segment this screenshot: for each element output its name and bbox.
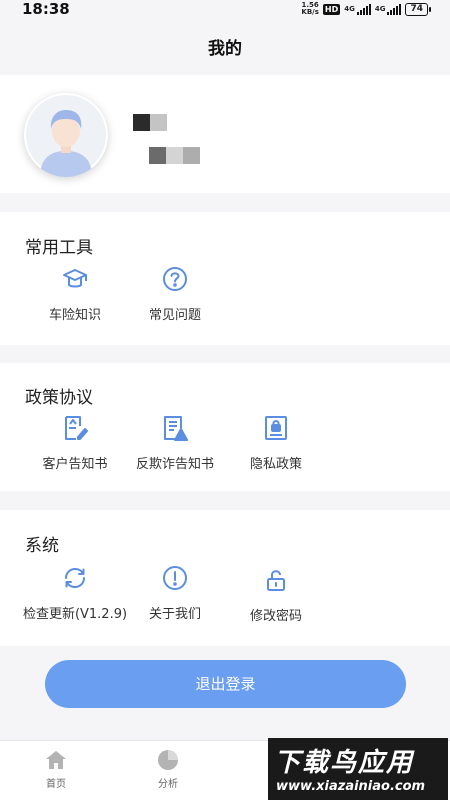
system-about-us[interactable]: 关于我们	[120, 565, 230, 622]
signal-icon	[356, 3, 371, 15]
tool-label: 反欺诈告知书	[135, 457, 214, 472]
page-title: 我的	[208, 39, 242, 59]
home-icon	[46, 751, 66, 769]
tool-label: 隐私政策	[249, 457, 302, 472]
tab-label: 首页	[46, 779, 66, 790]
profile-card[interactable]	[0, 75, 450, 193]
network-speed: 1.56 KB/s	[301, 2, 318, 16]
status-bar: 18:38 1.56 KB/s HD 4G 4G 74	[0, 0, 450, 20]
section-title: 系统	[25, 536, 59, 556]
info-circle-icon	[163, 566, 187, 590]
signal-icon	[387, 3, 402, 15]
network-type-2: 4G	[374, 5, 386, 13]
policy-privacy[interactable]: 隐私政策	[221, 415, 331, 472]
tool-label: 检查更新(V1.2.9)	[22, 607, 128, 622]
pie-chart-icon	[158, 750, 178, 770]
refresh-icon	[65, 568, 85, 588]
tool-label: 关于我们	[148, 607, 201, 622]
tool-label: 常见问题	[148, 308, 201, 323]
unlock-icon	[267, 570, 285, 591]
section-title: 常用工具	[25, 238, 93, 258]
tools-section: 常用工具 车险知识 常见问题	[0, 212, 450, 345]
tool-label: 修改密码	[249, 609, 302, 624]
policy-section: 政策协议 客户告知书 反欺诈告知书 隐私政策	[0, 363, 450, 491]
network-type-1: 4G	[344, 5, 355, 13]
masked-phone	[149, 147, 200, 164]
section-title: 政策协议	[25, 388, 93, 408]
watermark-logo: 下载鸟应用 www.xiazainiao.com	[268, 738, 448, 800]
document-warning-icon	[164, 416, 188, 441]
question-circle-icon	[163, 267, 187, 291]
graduation-cap-icon	[63, 269, 87, 288]
policy-customer-notice[interactable]: 客户告知书	[20, 415, 130, 472]
logout-button[interactable]: 退出登录	[45, 660, 406, 708]
tab-home[interactable]: 首页	[26, 749, 86, 790]
tab-analysis[interactable]: 分析	[138, 749, 198, 790]
battery-icon: 74	[405, 2, 431, 16]
network-speed-unit: KB/s	[301, 8, 319, 16]
tab-label: 分析	[158, 779, 178, 790]
watermark-text: 下载鸟应用	[274, 748, 415, 778]
status-icons: 1.56 KB/s HD 4G 4G 74	[301, 2, 431, 16]
document-edit-icon	[65, 416, 88, 440]
watermark-url: www.xiazainiao.com	[276, 779, 426, 794]
policy-anti-fraud-notice[interactable]: 反欺诈告知书	[120, 415, 230, 472]
system-section: 系统 检查更新(V1.2.9) 关于我们 修改密码	[0, 510, 450, 646]
tool-faq[interactable]: 常见问题	[120, 266, 230, 323]
tool-label: 客户告知书	[42, 457, 108, 472]
document-lock-icon	[265, 416, 287, 440]
hd-badge: HD	[322, 3, 341, 15]
system-change-password[interactable]: 修改密码	[221, 567, 331, 624]
masked-username	[133, 114, 167, 131]
status-time: 18:38	[22, 0, 70, 18]
tool-car-insurance-knowledge[interactable]: 车险知识	[20, 266, 130, 323]
tool-label: 车险知识	[48, 308, 101, 323]
user-avatar-icon[interactable]	[24, 93, 108, 177]
system-check-update[interactable]: 检查更新(V1.2.9)	[20, 565, 130, 622]
